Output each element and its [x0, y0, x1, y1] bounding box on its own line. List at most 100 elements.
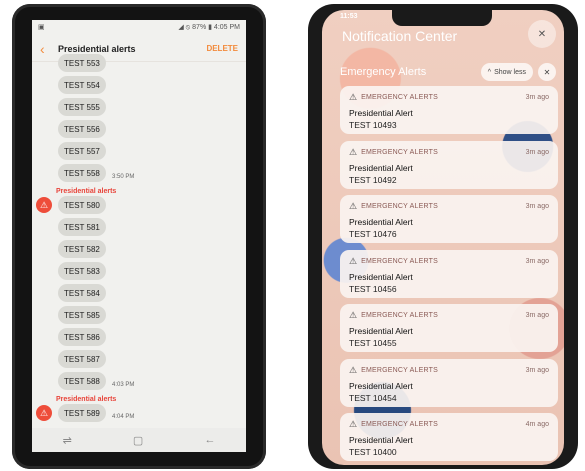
- home-icon[interactable]: ▢: [133, 434, 143, 447]
- iphone: 11:53 Notification Center ✕ Emergency Al…: [308, 4, 578, 469]
- show-less-button[interactable]: ^ Show less: [480, 63, 533, 81]
- warning-icon: ⚠: [349, 364, 358, 375]
- warning-icon: ⚠: [36, 197, 52, 213]
- battery-icon: ▮: [206, 24, 214, 31]
- message-bubble[interactable]: TEST 585: [58, 306, 106, 324]
- card-time: 3m ago: [525, 257, 549, 265]
- warning-icon: ⚠: [349, 419, 358, 429]
- card-time: 3m ago: [525, 148, 549, 156]
- card-category: EMERGENCY ALERTS: [361, 94, 438, 101]
- card-title: Presidential Alert: [349, 435, 413, 445]
- card-header: ⚠ EMERGENCY ALERTS 3m ago: [349, 147, 549, 158]
- android-phone: ▣ ◢ ⦸ 87% ▮ 4:05 PM ‹ Presidential alert…: [12, 4, 266, 469]
- card-header: ⚠ EMERGENCY ALERTS 3m ago: [349, 365, 549, 376]
- card-header: ⚠ EMERGENCY ALERTS 4m ago: [349, 419, 549, 430]
- card-title: Presidential Alert: [349, 326, 413, 336]
- card-category: EMERGENCY ALERTS: [361, 257, 438, 265]
- warning-icon: ⚠: [349, 92, 358, 102]
- group-title: Emergency Alerts: [340, 66, 427, 78]
- notch: [392, 10, 492, 26]
- android-screen: ▣ ◢ ⦸ 87% ▮ 4:05 PM ‹ Presidential alert…: [32, 20, 246, 452]
- card-title: Presidential Alert: [349, 217, 413, 227]
- card-body: TEST 10476: [349, 229, 397, 239]
- notification-card[interactable]: ⚠ EMERGENCY ALERTS 3m ago Presidential Aler…: [340, 86, 558, 134]
- card-time: 3m ago: [525, 366, 549, 374]
- status-bar: ▣ ◢ ⦸ 87% ▮ 4:05 PM: [32, 20, 246, 34]
- message-bubble[interactable]: TEST 582: [58, 240, 106, 258]
- iphone-screen: 11:53 Notification Center ✕ Emergency Al…: [322, 10, 564, 465]
- card-category: EMERGENCY ALERTS: [361, 203, 438, 210]
- card-time: 3m ago: [525, 203, 549, 210]
- card-body: TEST 10492: [349, 174, 397, 185]
- nav-bar: ⇌ ▢ ←: [32, 428, 246, 452]
- message-bubble[interactable]: TEST 580: [58, 196, 106, 214]
- message-bubble[interactable]: TEST 554: [58, 76, 106, 94]
- notification-card[interactable]: ⚠ EMERGENCY ALERTS 3m ago Presidential Aler…: [340, 195, 558, 243]
- notification-card[interactable]: ⚠ EMERGENCY ALERTS 3m ago Presidential Aler…: [340, 140, 558, 189]
- card-header: ⚠ EMERGENCY ALERTS 3m ago: [349, 310, 549, 321]
- status-time: 11:53: [340, 13, 358, 20]
- message-list[interactable]: TEST 553 TEST 554 TEST 555 TEST 556 TEST 557…: [32, 54, 246, 428]
- message-bubble[interactable]: TEST 583: [58, 262, 106, 280]
- card-title: Presidential Alert: [349, 108, 413, 118]
- notification-card[interactable]: ⚠ EMERGENCY ALERTS 3m ago Presidential Aler…: [340, 304, 558, 352]
- back-icon[interactable]: ←: [204, 434, 215, 446]
- message-bubble[interactable]: TEST 555: [58, 98, 106, 116]
- page-title: Presidential alerts: [58, 43, 136, 54]
- message-bubble[interactable]: TEST 558: [58, 164, 106, 182]
- warning-icon: ⚠: [36, 405, 52, 421]
- message-bubble[interactable]: TEST 556: [58, 120, 106, 138]
- card-title: Presidential Alert: [349, 271, 413, 282]
- card-category: EMERGENCY ALERTS: [361, 148, 438, 156]
- card-category: EMERGENCY ALERTS: [361, 312, 438, 319]
- message-bubble[interactable]: TEST 589: [58, 404, 106, 422]
- message-bubble[interactable]: TEST 588: [58, 372, 106, 390]
- card-body: TEST 10493: [349, 120, 397, 130]
- message-bubble[interactable]: TEST 587: [58, 350, 106, 368]
- close-icon[interactable]: ✕: [528, 20, 556, 48]
- message-bubble[interactable]: TEST 581: [58, 218, 106, 236]
- card-header: ⚠ EMERGENCY ALERTS 3m ago: [349, 92, 549, 103]
- battery-level: 87%: [192, 23, 207, 31]
- notification-card[interactable]: ⚠ EMERGENCY ALERTS 4m ago Presidential Aler…: [340, 413, 558, 461]
- warning-icon: ⚠: [349, 255, 358, 266]
- signal-icon: ◢ ⦸: [178, 23, 193, 31]
- sender-label: Presidential alerts: [56, 396, 117, 403]
- show-less-label: Show less: [494, 68, 526, 76]
- warning-icon: ⚠: [349, 310, 358, 320]
- message-bubble[interactable]: TEST 584: [58, 284, 106, 302]
- card-body: TEST 10454: [349, 392, 397, 403]
- card-time: 4m ago: [525, 421, 549, 428]
- recents-icon[interactable]: ⇌: [63, 434, 72, 447]
- message-time: 3:50 PM: [112, 174, 135, 180]
- notification-center-title: Notification Center: [342, 28, 458, 44]
- card-title: Presidential Alert: [349, 162, 413, 173]
- card-header: ⚠ EMERGENCY ALERTS 3m ago: [349, 201, 549, 212]
- card-body: TEST 10455: [349, 338, 397, 348]
- card-body: TEST 10400: [349, 447, 397, 457]
- back-arrow-icon[interactable]: ‹: [40, 41, 58, 57]
- status-time: 4:05 PM: [213, 23, 240, 31]
- message-time: 4:03 PM: [112, 382, 135, 388]
- card-time: 3m ago: [525, 94, 549, 101]
- card-category: EMERGENCY ALERTS: [361, 421, 438, 428]
- card-title: Presidential Alert: [349, 380, 413, 391]
- message-bubble[interactable]: TEST 557: [58, 142, 106, 160]
- message-time: 4:04 PM: [112, 414, 135, 420]
- sender-label: Presidential alerts: [56, 188, 117, 195]
- chevron-up-icon: ^: [487, 68, 492, 76]
- message-bubble[interactable]: TEST 553: [58, 54, 106, 72]
- card-body: TEST 10456: [349, 283, 397, 294]
- card-header: ⚠ EMERGENCY ALERTS 3m ago: [349, 256, 549, 267]
- warning-icon: ⚠: [349, 201, 358, 211]
- warning-icon: ⚠: [349, 146, 358, 157]
- card-category: EMERGENCY ALERTS: [361, 366, 438, 374]
- card-time: 3m ago: [525, 312, 549, 319]
- notification-icon: ▣: [38, 24, 45, 31]
- notification-card[interactable]: ⚠ EMERGENCY ALERTS 3m ago Presidential Aler…: [340, 249, 558, 298]
- message-bubble[interactable]: TEST 586: [58, 328, 106, 346]
- group-header: Emergency Alerts ^ Show less ✕: [340, 62, 556, 82]
- delete-button[interactable]: DELETE: [206, 44, 238, 53]
- notification-card[interactable]: ⚠ EMERGENCY ALERTS 3m ago Presidential Aler…: [340, 358, 558, 407]
- clear-group-button[interactable]: ✕: [538, 63, 556, 81]
